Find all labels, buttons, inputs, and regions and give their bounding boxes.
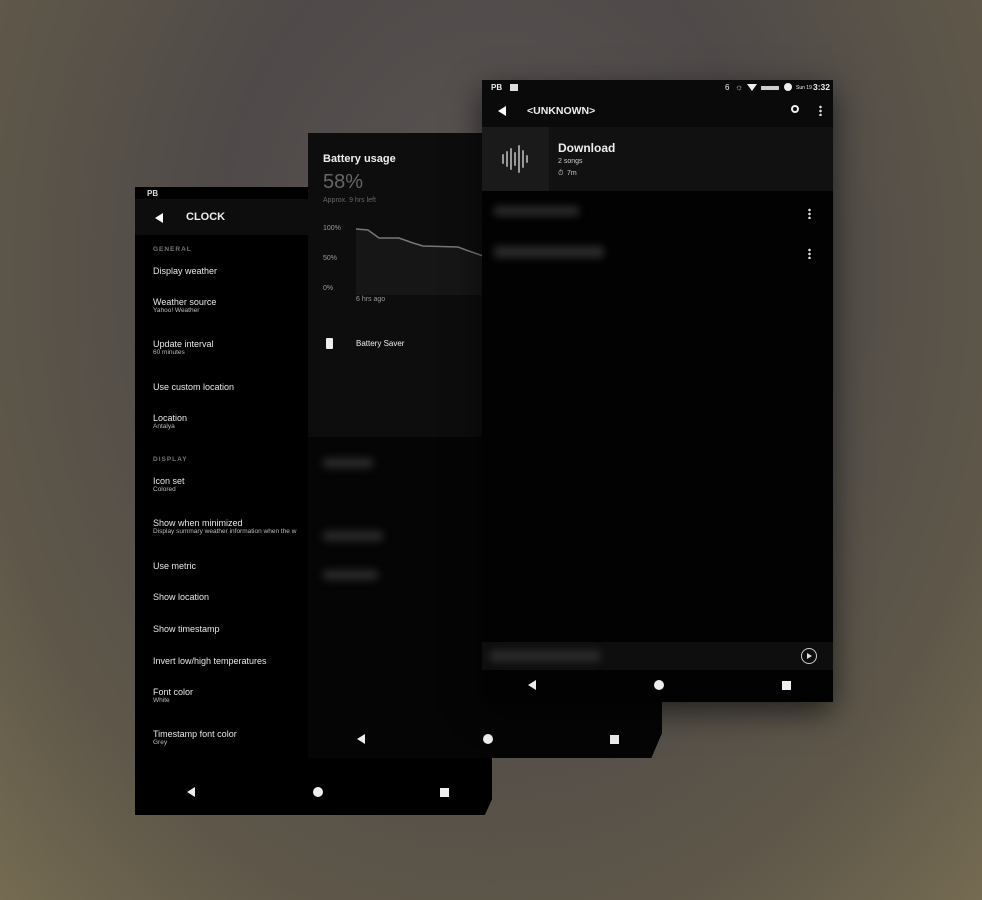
blurred-item bbox=[323, 458, 373, 468]
setting-title: Use custom location bbox=[153, 382, 235, 392]
back-icon[interactable] bbox=[155, 213, 163, 223]
setting-title: Invert low/high temperatures bbox=[153, 656, 267, 666]
back-icon[interactable] bbox=[187, 787, 195, 797]
home-icon[interactable] bbox=[313, 787, 323, 797]
setting-title: Use metric bbox=[153, 561, 197, 571]
home-icon[interactable] bbox=[654, 680, 664, 690]
setting-title: Display weather bbox=[153, 266, 218, 276]
setting-value: Antalya bbox=[153, 423, 175, 430]
back-icon[interactable] bbox=[498, 106, 506, 116]
section-header: GENERAL bbox=[153, 246, 192, 253]
setting-location[interactable]: Location Antalya bbox=[153, 413, 187, 430]
status-date: Sun 19 bbox=[796, 85, 812, 91]
battery-percent: 58% bbox=[323, 171, 364, 193]
recents-icon[interactable] bbox=[782, 681, 791, 690]
setting-title: Show timestamp bbox=[153, 624, 220, 634]
status-logo: PB bbox=[147, 189, 159, 198]
notification-count: 6 bbox=[725, 83, 730, 92]
playlist-duration: 7m bbox=[567, 170, 577, 177]
playlist-song-count: 2 songs bbox=[558, 158, 583, 165]
setting-title: Weather source bbox=[153, 297, 217, 307]
page-title: CLOCK bbox=[186, 211, 226, 223]
battery-title: Battery usage bbox=[323, 153, 396, 165]
wifi-icon bbox=[747, 84, 757, 91]
setting-title: Icon set bbox=[153, 476, 185, 486]
battery-remaining: Approx. 9 hrs left bbox=[323, 197, 376, 204]
toolbar: <UNKNOWN> bbox=[482, 96, 833, 127]
setting-value: Grey bbox=[153, 739, 168, 746]
playlist-art bbox=[482, 127, 549, 191]
setting-value: 60 minutes bbox=[153, 349, 185, 356]
setting-show-minimized[interactable]: Show when minimized Display summary weath… bbox=[153, 518, 296, 535]
setting-value: Display summary weather information when… bbox=[153, 528, 297, 535]
setting-value: Colored bbox=[153, 486, 176, 493]
setting-title: Update interval bbox=[153, 339, 214, 349]
mini-player[interactable] bbox=[482, 642, 833, 670]
setting-value: White bbox=[153, 697, 170, 704]
brightness-icon: ☼ bbox=[735, 82, 744, 92]
status-logo: PB bbox=[491, 83, 503, 92]
setting-title: Location bbox=[153, 413, 188, 423]
setting-show-location[interactable]: Show location bbox=[153, 592, 209, 602]
setting-update-interval[interactable]: Update interval 60 minutes bbox=[153, 339, 214, 356]
section-header: DISPLAY bbox=[153, 456, 188, 463]
setting-invert-temps[interactable]: Invert low/high temperatures bbox=[153, 656, 267, 666]
home-icon[interactable] bbox=[483, 734, 493, 744]
setting-use-metric[interactable]: Use metric bbox=[153, 561, 196, 571]
more-vert-icon[interactable] bbox=[819, 105, 822, 116]
y-label-100: 100% bbox=[323, 225, 341, 232]
waveform-icon bbox=[502, 145, 528, 173]
blurred-item bbox=[323, 570, 378, 580]
back-icon[interactable] bbox=[528, 680, 536, 690]
setting-icon-set[interactable]: Icon set Colored bbox=[153, 476, 185, 493]
music-screen: PB 6 ☼ Sun 19 3:32 <UNKNOWN> Download 2 … bbox=[482, 80, 833, 702]
back-icon[interactable] bbox=[357, 734, 365, 744]
battery-area bbox=[356, 229, 486, 295]
battery-saver-item[interactable]: Battery Saver bbox=[356, 339, 404, 348]
image-icon bbox=[510, 84, 518, 91]
search-icon[interactable] bbox=[791, 105, 799, 113]
page-title: <UNKNOWN> bbox=[527, 105, 596, 117]
song-row[interactable] bbox=[482, 236, 833, 276]
y-label-50: 50% bbox=[323, 255, 338, 262]
setting-weather-source[interactable]: Weather source Yahoo! Weather bbox=[153, 297, 216, 314]
setting-value: Yahoo! Weather bbox=[153, 307, 200, 314]
recents-icon[interactable] bbox=[610, 735, 619, 744]
battery-icon bbox=[761, 86, 779, 90]
battery-icon bbox=[326, 338, 333, 349]
setting-show-timestamp[interactable]: Show timestamp bbox=[153, 624, 220, 634]
setting-font-color[interactable]: Font color White bbox=[153, 687, 193, 704]
setting-title: Show location bbox=[153, 592, 210, 602]
setting-title: Timestamp font color bbox=[153, 729, 237, 739]
recents-icon[interactable] bbox=[440, 788, 449, 797]
playlist-name: Download bbox=[558, 141, 616, 155]
setting-custom-location[interactable]: Use custom location bbox=[153, 382, 234, 392]
more-vert-icon[interactable] bbox=[808, 248, 811, 259]
setting-timestamp-font-color[interactable]: Timestamp font color Grey bbox=[153, 729, 237, 746]
status-time: 3:32 bbox=[813, 82, 831, 92]
setting-title: Font color bbox=[153, 687, 194, 697]
setting-title: Show when minimized bbox=[153, 518, 243, 528]
x-label-start: 6 hrs ago bbox=[356, 296, 386, 303]
timer-icon: ⏱ bbox=[558, 170, 564, 177]
y-label-0: 0% bbox=[323, 285, 334, 292]
playlist-header: Download 2 songs ⏱ 7m bbox=[482, 127, 833, 191]
blurred-item bbox=[323, 531, 383, 541]
more-vert-icon[interactable] bbox=[808, 208, 811, 219]
song-row[interactable] bbox=[482, 196, 833, 236]
record-icon bbox=[784, 83, 792, 91]
play-icon[interactable] bbox=[801, 648, 817, 664]
status-bar: PB 6 ☼ Sun 19 3:32 bbox=[482, 80, 833, 96]
setting-display-weather[interactable]: Display weather bbox=[153, 266, 217, 276]
battery-chart bbox=[356, 228, 486, 295]
